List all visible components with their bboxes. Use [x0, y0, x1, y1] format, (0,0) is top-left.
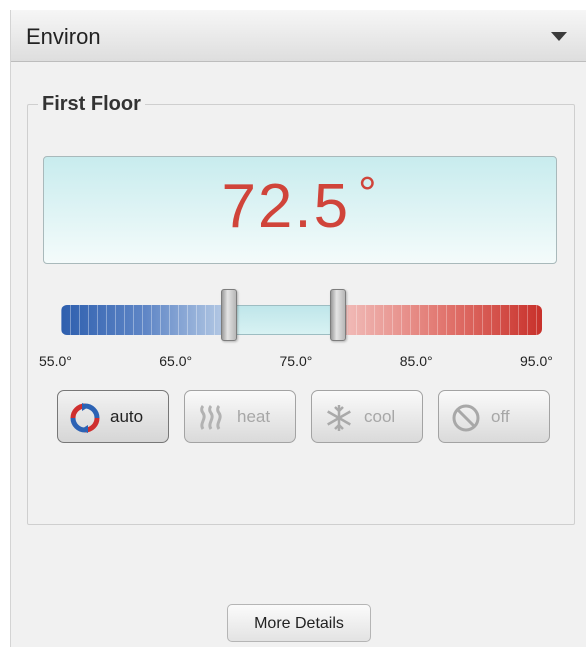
environ-panel: Environ First Floor 72.5 ° 55.0° 65.0° 75…: [10, 10, 586, 647]
scale-label: 95.0°: [520, 353, 553, 369]
temperature-value: 72.5: [221, 172, 351, 241]
setpoint-range-track[interactable]: [61, 305, 542, 335]
high-setpoint-handle[interactable]: [329, 289, 346, 341]
scale-label: 75.0°: [279, 353, 313, 369]
current-temperature: 72.5 °: [44, 167, 556, 242]
zone-name: First Floor: [38, 93, 145, 116]
mode-label-auto: auto: [110, 407, 144, 426]
scale-label: 65.0°: [159, 353, 193, 369]
mode-label-heat: heat: [237, 407, 271, 426]
comfort-range-segment: [229, 305, 338, 335]
cool-range-segment: [61, 305, 230, 335]
warm-range-segment: [337, 305, 542, 335]
cool-mode-button[interactable]: cool: [311, 390, 423, 443]
panel-header[interactable]: Environ: [11, 10, 586, 62]
low-setpoint-handle[interactable]: [221, 289, 238, 341]
scale-label: 55.0°: [39, 353, 72, 369]
power-off-icon: [452, 404, 480, 432]
panel-title: Environ: [26, 24, 101, 49]
degree-symbol: °: [358, 167, 379, 219]
heat-waves-icon: [200, 404, 222, 430]
mode-label-cool: cool: [364, 407, 396, 426]
scale-label: 85.0°: [399, 353, 433, 369]
auto-cycle-icon: [70, 403, 100, 433]
auto-mode-button[interactable]: auto: [57, 390, 169, 443]
caret-down-icon[interactable]: [551, 32, 567, 41]
heat-mode-button[interactable]: heat: [184, 390, 296, 443]
temperature-display: 72.5 °: [43, 156, 557, 264]
more-details-button[interactable]: More Details: [227, 604, 371, 642]
snowflake-icon: [327, 405, 351, 431]
zone-group: First Floor 72.5 ° 55.0° 65.0° 75.0° 85.0…: [27, 93, 575, 525]
mode-label-off: off: [491, 407, 510, 426]
off-mode-button[interactable]: off: [438, 390, 550, 443]
